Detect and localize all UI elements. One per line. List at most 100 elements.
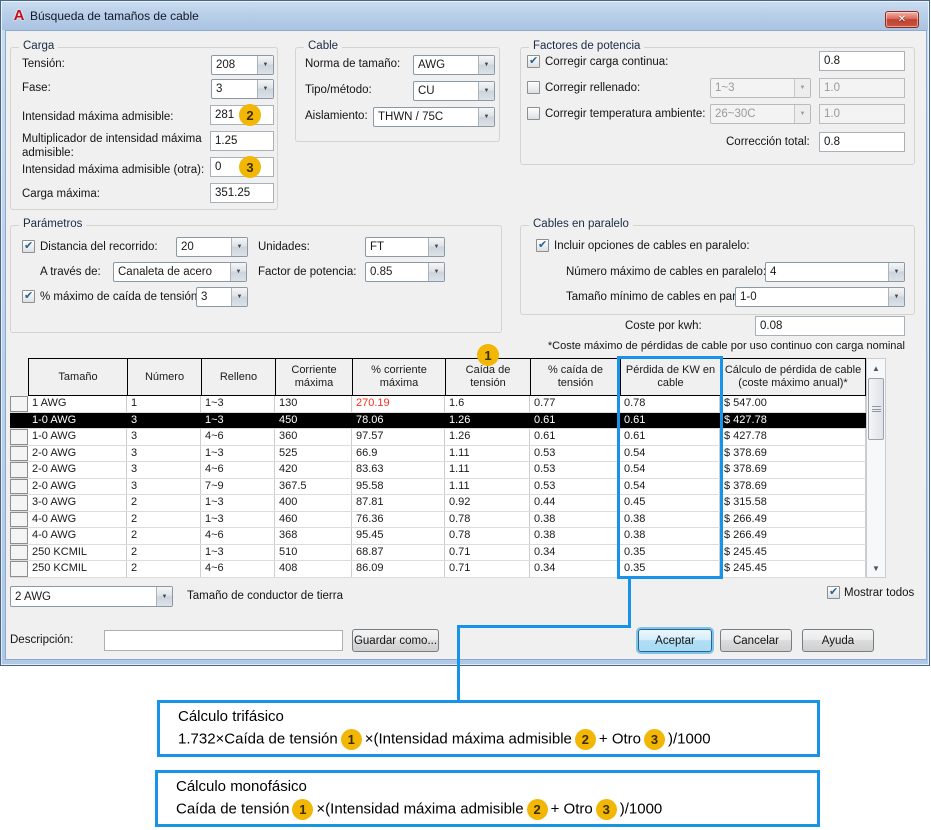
table-cell[interactable]: 0.38 xyxy=(620,511,720,527)
table-cell[interactable]: 368 xyxy=(275,528,352,544)
table-cell[interactable]: 0.61 xyxy=(530,412,620,428)
table-cell[interactable]: 1.11 xyxy=(445,462,530,478)
table-cell[interactable]: 408 xyxy=(275,561,352,577)
row-selector[interactable] xyxy=(10,478,28,494)
distancia-select[interactable]: 20 ▼ xyxy=(176,237,248,257)
scroll-down-button[interactable]: ▼ xyxy=(867,560,885,576)
table-cell[interactable]: 450 xyxy=(275,412,352,428)
column-header[interactable]: Número xyxy=(127,358,201,396)
column-header[interactable]: Corriente máxima xyxy=(275,358,352,396)
table-cell[interactable]: 0.34 xyxy=(530,561,620,577)
factor-select[interactable]: 0.85 ▼ xyxy=(365,262,445,282)
table-cell[interactable]: 510 xyxy=(275,544,352,560)
table-cell[interactable]: 1~3 xyxy=(201,495,275,511)
row-selector[interactable] xyxy=(10,544,28,560)
table-cell[interactable]: 0.54 xyxy=(620,478,720,494)
table-cell[interactable]: 2 xyxy=(127,495,201,511)
table-cell[interactable]: 4~6 xyxy=(201,462,275,478)
table-cell[interactable]: $ 245.45 xyxy=(720,561,866,577)
table-cell[interactable]: 66.9 xyxy=(352,445,445,461)
rellenado-checkbox[interactable] xyxy=(527,81,540,94)
carga-continua-checkbox[interactable] xyxy=(527,54,540,68)
table-cell[interactable]: 1.26 xyxy=(445,412,530,428)
tension-select[interactable]: 208 ▼ xyxy=(211,55,274,75)
table-cell[interactable]: 0.53 xyxy=(530,445,620,461)
row-selector[interactable] xyxy=(10,495,28,511)
table-cell[interactable]: 4-0 AWG xyxy=(28,528,127,544)
factor-dropdown-button[interactable]: ▼ xyxy=(428,263,444,281)
column-header[interactable]: Relleno xyxy=(201,358,275,396)
caida-checkbox[interactable] xyxy=(22,289,35,303)
tipo-dropdown-button[interactable]: ▼ xyxy=(478,82,494,100)
table-cell[interactable]: 1~3 xyxy=(201,412,275,428)
table-cell[interactable]: 0.92 xyxy=(445,495,530,511)
column-header[interactable]: Pérdida de KW en cable xyxy=(620,358,720,396)
table-cell[interactable]: 420 xyxy=(275,462,352,478)
table-cell[interactable]: 0.35 xyxy=(620,561,720,577)
aislamiento-dropdown-button[interactable]: ▼ xyxy=(478,108,494,126)
correccion-input[interactable] xyxy=(819,132,905,152)
table-cell[interactable]: 0.71 xyxy=(445,544,530,560)
cancelar-button[interactable]: Cancelar xyxy=(720,629,792,652)
multiplicador-input[interactable] xyxy=(210,131,274,151)
carga-maxima-input[interactable] xyxy=(210,183,274,203)
table-cell[interactable]: 250 KCMIL xyxy=(28,561,127,577)
table-cell[interactable]: 3 xyxy=(127,462,201,478)
table-cell[interactable]: 3 xyxy=(127,412,201,428)
table-cell[interactable]: 0.78 xyxy=(620,396,720,412)
row-selector[interactable] xyxy=(10,396,28,412)
unidades-select[interactable]: FT ▼ xyxy=(365,237,445,257)
table-cell[interactable]: 1~3 xyxy=(201,396,275,412)
table-row[interactable]: 2-0 AWG 3 1~3 525 66.9 1.11 0.53 0.54 $ 378.69 xyxy=(10,445,866,462)
table-cell[interactable]: 0.34 xyxy=(530,544,620,560)
fase-select[interactable]: 3 ▼ xyxy=(211,79,274,99)
table-cell[interactable]: 525 xyxy=(275,445,352,461)
temperatura-checkbox[interactable] xyxy=(527,107,540,120)
table-cell[interactable]: 360 xyxy=(275,429,352,445)
table-cell[interactable]: $ 378.69 xyxy=(720,478,866,494)
table-row[interactable]: 250 KCMIL 2 1~3 510 68.87 0.71 0.34 0.35 $ 245.4… xyxy=(10,544,866,561)
table-cell[interactable]: 0.53 xyxy=(530,478,620,494)
aislamiento-select[interactable]: THWN / 75C ▼ xyxy=(373,107,495,127)
table-cell[interactable]: $ 378.69 xyxy=(720,445,866,461)
row-selector[interactable] xyxy=(10,445,28,461)
table-row[interactable]: 2-0 AWG 3 7~9 367.5 95.58 1.11 0.53 0.54 $ 378.6… xyxy=(10,478,866,495)
table-cell[interactable]: 1.11 xyxy=(445,445,530,461)
table-row[interactable]: 3-0 AWG 2 1~3 400 87.81 0.92 0.44 0.45 $ 315.58 xyxy=(10,495,866,512)
table-cell[interactable]: 1-0 AWG xyxy=(28,412,127,428)
traves-dropdown-button[interactable]: ▼ xyxy=(230,263,246,281)
table-cell[interactable]: 367.5 xyxy=(275,478,352,494)
table-cell[interactable]: 2 xyxy=(127,528,201,544)
table-cell[interactable]: 1.11 xyxy=(445,478,530,494)
table-cell[interactable]: 460 xyxy=(275,511,352,527)
table-row[interactable]: 1-0 AWG 3 4~6 360 97.57 1.26 0.61 0.61 $ 427.78 xyxy=(10,429,866,446)
row-selector[interactable] xyxy=(10,429,28,445)
table-cell[interactable]: $ 315.58 xyxy=(720,495,866,511)
row-selector[interactable] xyxy=(10,462,28,478)
table-cell[interactable]: 2-0 AWG xyxy=(28,445,127,461)
table-cell[interactable]: 4~6 xyxy=(201,429,275,445)
norma-select[interactable]: AWG ▼ xyxy=(413,55,495,75)
carga-continua-input[interactable] xyxy=(819,51,905,71)
tamano-min-select[interactable]: 1-0 ▼ xyxy=(735,287,905,307)
table-cell[interactable]: 0.54 xyxy=(620,445,720,461)
table-cell[interactable]: 2-0 AWG xyxy=(28,478,127,494)
table-cell[interactable]: $ 378.69 xyxy=(720,462,866,478)
table-cell[interactable]: 7~9 xyxy=(201,478,275,494)
table-row[interactable]: 250 KCMIL 2 4~6 408 86.09 0.71 0.34 0.35 $ 245.4… xyxy=(10,561,866,578)
table-cell[interactable]: 2-0 AWG xyxy=(28,462,127,478)
table-cell[interactable]: 2 xyxy=(127,561,201,577)
caida-select[interactable]: 3 ▼ xyxy=(196,287,248,307)
table-cell[interactable]: 86.09 xyxy=(352,561,445,577)
fase-dropdown-button[interactable]: ▼ xyxy=(257,80,273,98)
table-cell[interactable]: $ 547.00 xyxy=(720,396,866,412)
table-cell[interactable]: 250 KCMIL xyxy=(28,544,127,560)
table-row[interactable]: 2-0 AWG 3 4~6 420 83.63 1.11 0.53 0.54 $ 378.69 xyxy=(10,462,866,479)
table-cell[interactable]: 3 xyxy=(127,429,201,445)
table-cell[interactable]: $ 266.49 xyxy=(720,511,866,527)
table-cell[interactable]: 3 xyxy=(127,445,201,461)
table-cell[interactable]: 2 xyxy=(127,544,201,560)
table-cell[interactable]: 400 xyxy=(275,495,352,511)
table-cell[interactable]: 3-0 AWG xyxy=(28,495,127,511)
title-bar[interactable]: A Búsqueda de tamaños de cable ✕ xyxy=(2,2,928,30)
